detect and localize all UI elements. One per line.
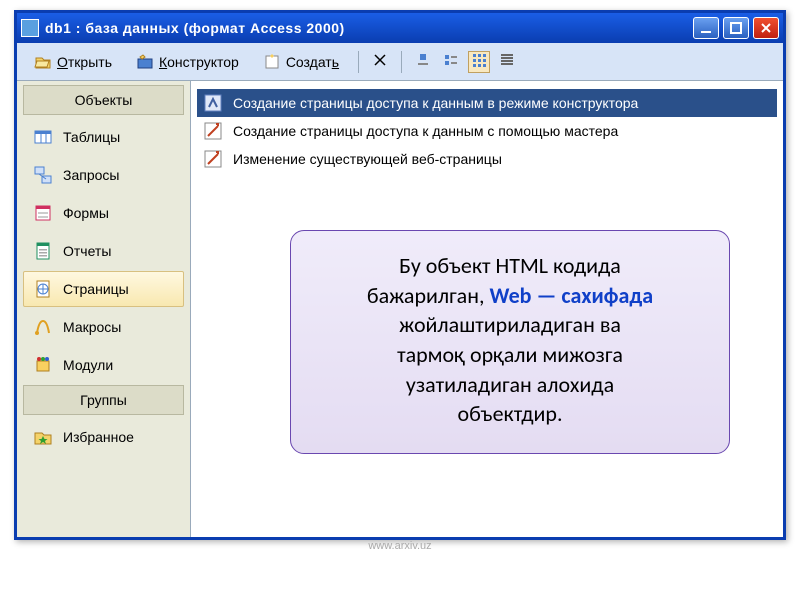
sidebar-item-label: Запросы	[63, 167, 119, 183]
callout-line: жойлаштириладиган ва	[399, 311, 621, 338]
list-view-button[interactable]	[468, 51, 490, 73]
design-button[interactable]: Конструктор	[127, 49, 248, 75]
details-view-button[interactable]	[496, 51, 518, 73]
large-icons-button[interactable]	[412, 51, 434, 73]
wizard-design-icon	[203, 93, 223, 113]
macros-icon	[33, 317, 53, 337]
list-view-icon	[471, 52, 487, 71]
sidebar-item-pages[interactable]: Страницы	[23, 271, 184, 307]
tables-icon	[33, 127, 53, 147]
delete-button[interactable]	[369, 51, 391, 73]
callout-bubble: Бу объект HTML кодида бажарилган, Web — …	[290, 230, 730, 454]
sidebar-item-modules[interactable]: Модули	[23, 347, 184, 383]
open-button[interactable]: Открыть	[25, 49, 121, 75]
sidebar-item-label: Макросы	[63, 319, 121, 335]
forms-icon	[33, 203, 53, 223]
callout-line: бажарилган,	[367, 282, 490, 309]
sidebar-item-label: Модули	[63, 357, 113, 373]
toolbar-separator	[401, 51, 402, 73]
open-label: Открыть	[57, 54, 112, 70]
sidebar-item-label: Формы	[63, 205, 109, 221]
modules-icon	[33, 355, 53, 375]
list-item-label: Создание страницы доступа к данным в реж…	[233, 95, 638, 111]
objects-sidebar: Объекты Таблицы Запросы	[17, 81, 191, 537]
sidebar-item-tables[interactable]: Таблицы	[23, 119, 184, 155]
footer-watermark: www.arxiv.uz	[368, 540, 431, 552]
sidebar-item-macros[interactable]: Макросы	[23, 309, 184, 345]
sidebar-item-reports[interactable]: Отчеты	[23, 233, 184, 269]
reports-icon	[33, 241, 53, 261]
list-item-create-design[interactable]: Создание страницы доступа к данным в реж…	[197, 89, 777, 117]
design-icon	[136, 53, 154, 71]
titlebar: db1 : база данных (формат Access 2000)	[17, 13, 783, 43]
large-icons-icon	[415, 52, 431, 71]
sidebar-item-label: Избранное	[63, 429, 134, 445]
callout-line: Бу объект HTML кодида	[399, 252, 621, 279]
list-item-create-wizard[interactable]: Создание страницы доступа к данным с пом…	[197, 117, 777, 145]
open-icon	[34, 53, 52, 71]
favorites-icon	[33, 427, 53, 447]
create-button[interactable]: Создать	[254, 49, 348, 75]
create-icon	[263, 53, 281, 71]
toolbar: Открыть Конструктор Создать	[17, 43, 783, 81]
pages-icon	[33, 279, 53, 299]
create-label: Создать	[286, 54, 339, 70]
maximize-button[interactable]	[723, 17, 749, 39]
list-item-label: Изменение существующей веб-страницы	[233, 151, 502, 167]
callout-highlight: Web — сахифада	[489, 282, 653, 309]
details-view-icon	[499, 52, 515, 71]
toolbar-separator	[358, 51, 359, 73]
callout-line: тармоқ орқали мижозга	[397, 341, 623, 368]
design-label: Конструктор	[159, 54, 239, 70]
window-title: db1 : база данных (формат Access 2000)	[45, 20, 693, 36]
callout-line: объектдир.	[457, 400, 562, 427]
small-icons-button[interactable]	[440, 51, 462, 73]
sidebar-item-favorites[interactable]: Избранное	[23, 419, 184, 455]
minimize-button[interactable]	[693, 17, 719, 39]
edit-page-icon	[203, 149, 223, 169]
callout-line: узатиладиган алохида	[406, 371, 614, 398]
delete-icon	[372, 52, 388, 71]
list-item-edit-page[interactable]: Изменение существующей веб-страницы	[197, 145, 777, 173]
wizard-icon	[203, 121, 223, 141]
close-button[interactable]	[753, 17, 779, 39]
sidebar-item-queries[interactable]: Запросы	[23, 157, 184, 193]
app-icon	[21, 19, 39, 37]
list-item-label: Создание страницы доступа к данным с пом…	[233, 123, 618, 139]
small-icons-icon	[443, 52, 459, 71]
sidebar-item-forms[interactable]: Формы	[23, 195, 184, 231]
sidebar-section-groups[interactable]: Группы	[23, 385, 184, 415]
sidebar-item-label: Таблицы	[63, 129, 120, 145]
sidebar-section-objects[interactable]: Объекты	[23, 85, 184, 115]
sidebar-item-label: Отчеты	[63, 243, 111, 259]
queries-icon	[33, 165, 53, 185]
sidebar-item-label: Страницы	[63, 281, 129, 297]
